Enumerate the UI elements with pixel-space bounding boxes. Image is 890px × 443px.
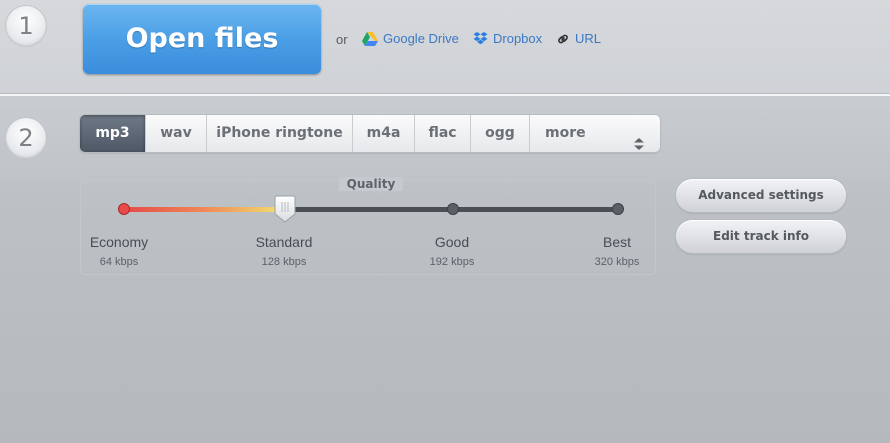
google-drive-label: Google Drive [383,31,459,46]
step-1-badge: 1 [6,6,46,46]
edit-track-info-button[interactable]: Edit track info [676,220,846,253]
quality-label-good: Good [434,234,470,250]
quality-label-standard: Standard [255,234,313,250]
or-label: or [336,32,348,47]
url-link[interactable]: URL [556,31,601,46]
format-tabs: mp3 wav iPhone ringtone m4a flac ogg mor… [80,115,660,152]
quality-dot-good[interactable] [447,203,459,215]
tab-iphone-ringtone[interactable]: iPhone ringtone [207,115,353,152]
tab-flac[interactable]: flac [415,115,471,152]
advanced-settings-button[interactable]: Advanced settings [676,179,846,212]
quality-label-best: Best [602,234,631,250]
tab-m4a[interactable]: m4a [353,115,415,152]
quality-dot-economy[interactable] [118,203,130,215]
quality-rate-standard: 128 kbps [261,256,307,268]
url-label: URL [575,31,602,46]
quality-rate-economy: 64 kbps [99,256,139,268]
quality-title: Quality [339,177,403,191]
link-icon [556,32,570,46]
quality-slider-track[interactable] [118,195,624,223]
tab-mp3[interactable]: mp3 [80,115,146,152]
quality-slider-fill [123,207,288,212]
updown-arrows-icon [634,128,644,152]
quality-rate-best: 320 kbps [594,256,640,268]
step-2-badge: 2 [6,118,46,158]
quality-label-economy: Economy [89,234,149,250]
tab-wav[interactable]: wav [146,115,207,152]
tab-ogg[interactable]: ogg [471,115,530,152]
google-drive-icon [362,31,378,46]
quality-slider-handle[interactable] [274,195,296,223]
quality-panel: Quality Economy 64 kbps Standard 128 kbp… [80,177,656,275]
section-divider [0,93,890,96]
tab-more[interactable]: more [530,115,660,152]
dropbox-link[interactable]: Dropbox [473,31,542,46]
quality-rate-good: 192 kbps [429,256,475,268]
google-drive-link[interactable]: Google Drive [362,31,459,46]
dropbox-label: Dropbox [493,31,543,46]
more-label: more [545,125,586,141]
quality-dot-best[interactable] [612,203,624,215]
open-files-button[interactable]: Open files [83,4,321,74]
dropbox-icon [473,31,488,46]
